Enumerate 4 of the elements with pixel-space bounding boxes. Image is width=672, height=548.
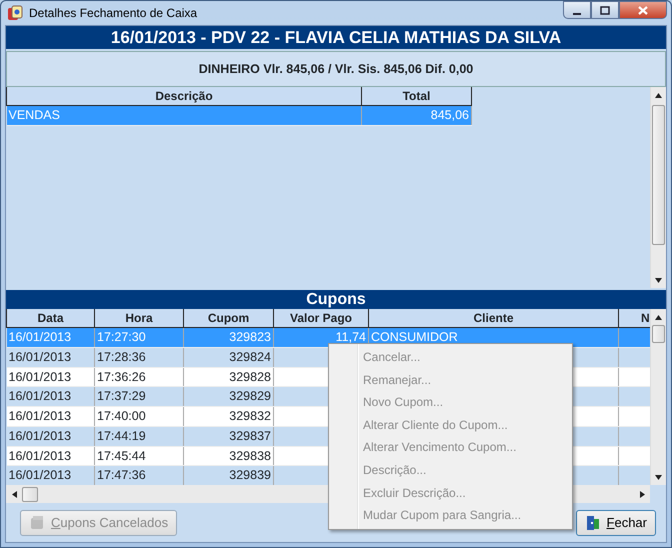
section-title: Cupons [6, 290, 666, 309]
summary-text: DINHEIRO Vlr. 845,06 / Vlr. Sis. 845,06 Dif. 0,00 [6, 51, 666, 87]
header-title: 16/01/2013 - PDV 22 - FLAVIA CELIA MATHIAS DA SILVA [6, 26, 666, 49]
window-title: Detalhes Fechamento de Caixa [29, 5, 198, 22]
